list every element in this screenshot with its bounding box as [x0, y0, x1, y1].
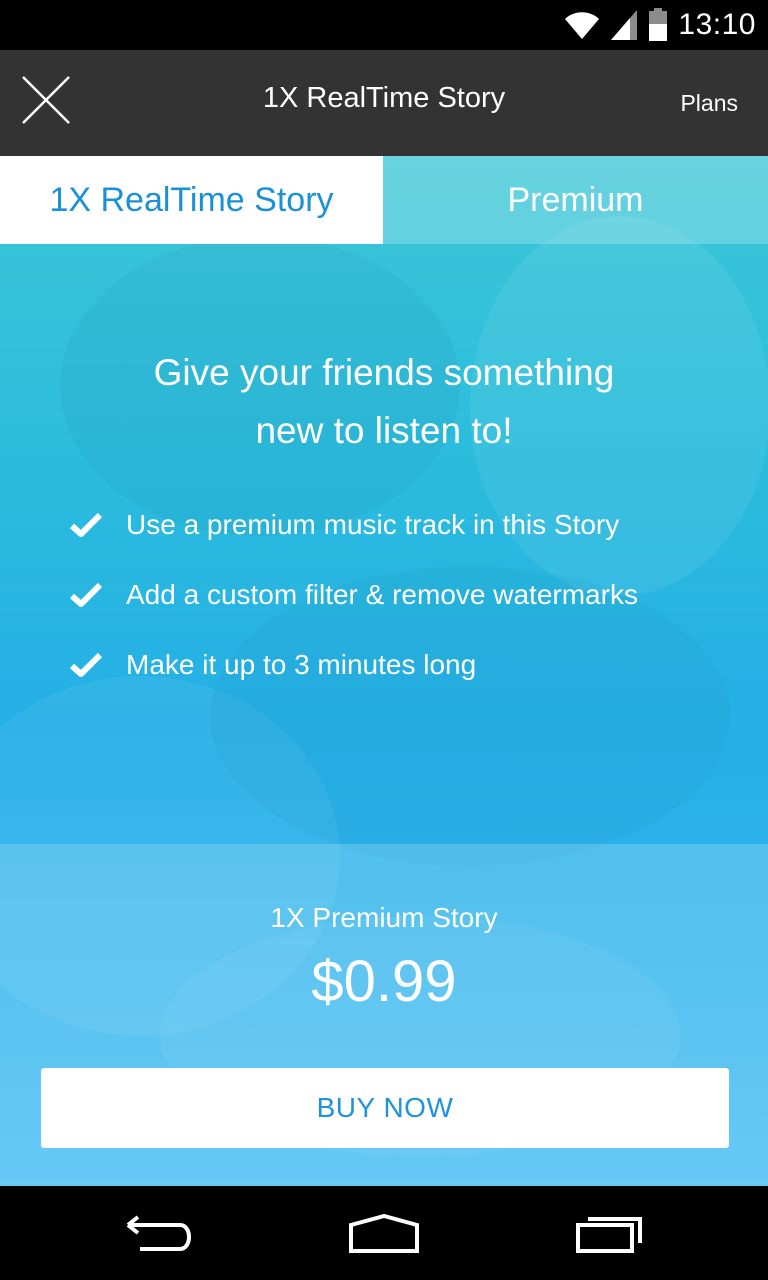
feature-item: Add a custom filter & remove watermarks	[70, 560, 638, 630]
price-panel: 1X Premium Story $0.99 BUY NOW	[0, 844, 768, 1186]
home-button[interactable]	[344, 1210, 424, 1256]
navigation-bar	[0, 1186, 768, 1280]
offer-label: 1X Premium Story	[270, 902, 498, 933]
battery-icon	[649, 8, 668, 41]
feature-item: Make it up to 3 minutes long	[70, 630, 638, 700]
tab-premium[interactable]: Premium	[383, 156, 768, 244]
tab-bar: 1X RealTime Story Premium	[0, 156, 768, 244]
app-title: 1X RealTime Story	[262, 82, 506, 114]
home-icon	[349, 1213, 419, 1253]
feature-text: Add a custom filter & remove watermarks	[126, 579, 638, 610]
wifi-icon	[565, 12, 600, 39]
back-button[interactable]	[119, 1210, 199, 1256]
buy-now-button[interactable]: BUY NOW	[41, 1068, 729, 1148]
recents-button[interactable]	[570, 1210, 650, 1256]
status-time: 13:10	[678, 8, 756, 41]
app-bar: 1X RealTime Story Plans	[0, 50, 768, 156]
recents-icon	[576, 1217, 642, 1253]
back-icon	[126, 1215, 191, 1251]
headline-line-1: Give your friends something	[153, 352, 615, 393]
offer-price: $0.99	[311, 949, 457, 1014]
feature-text: Use a premium music track in this Story	[126, 509, 620, 540]
status-bar: 13:10	[0, 0, 768, 50]
feature-item: Use a premium music track in this Story	[70, 490, 638, 560]
checkmark-icon	[70, 582, 102, 607]
feature-list: Use a premium music track in this Story …	[70, 490, 638, 700]
headline: Give your friends something new to liste…	[0, 344, 768, 460]
main-content: 1X RealTime Story Premium Give your frie…	[0, 156, 768, 1186]
plans-button[interactable]: Plans	[680, 90, 738, 117]
signal-icon	[611, 10, 638, 40]
checkmark-icon	[70, 512, 102, 537]
headline-line-2: new to listen to!	[255, 410, 513, 451]
checkmark-icon	[70, 652, 102, 677]
tab-realtime-story[interactable]: 1X RealTime Story	[0, 156, 383, 244]
feature-text: Make it up to 3 minutes long	[126, 649, 477, 680]
status-icons: 13:10	[564, 8, 756, 42]
